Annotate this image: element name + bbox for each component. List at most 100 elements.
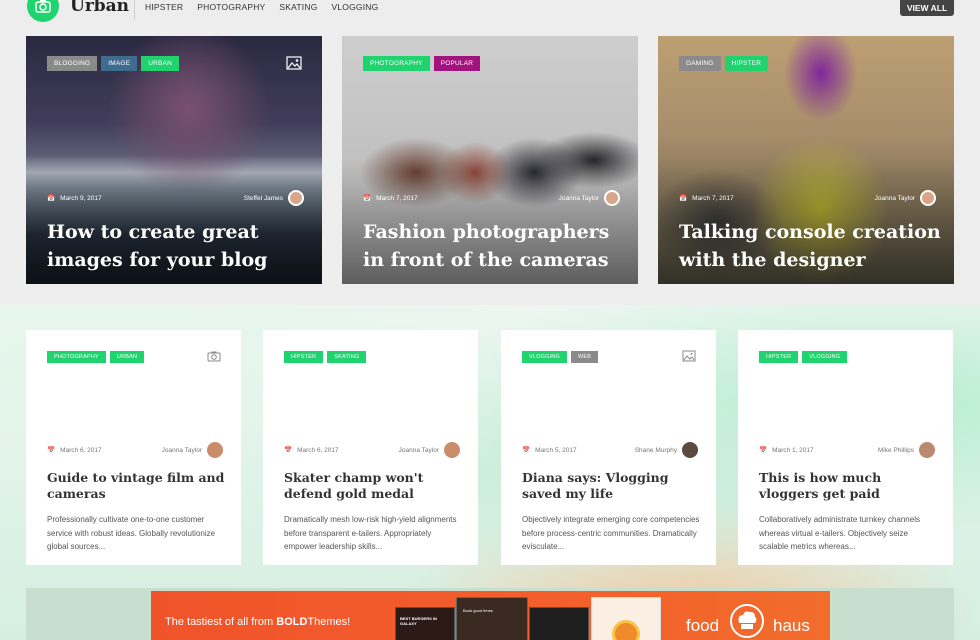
calendar-icon: 📅 bbox=[284, 447, 293, 454]
card-tags: HIPSTER VLOGGING bbox=[759, 351, 848, 363]
nav-item-vlogging[interactable]: VLOGGING bbox=[332, 2, 379, 12]
post-date: March 6, 2017 bbox=[297, 446, 339, 454]
author-name[interactable]: Joanna Taylor bbox=[162, 447, 202, 454]
tag[interactable]: URBAN bbox=[109, 351, 145, 363]
post-meta: 📅 March 5, 2017 Shane Murphy bbox=[522, 441, 698, 459]
author-name[interactable]: Steffel James bbox=[244, 195, 283, 202]
tag[interactable]: PHOTOGRAPHY bbox=[47, 351, 106, 363]
main-nav: HIPSTER PHOTOGRAPHY SKATING VLOGGING bbox=[145, 2, 378, 12]
post-excerpt: Professionally cultivate one-to-one cust… bbox=[47, 515, 216, 551]
tag[interactable]: BLOGGING bbox=[47, 56, 98, 71]
hero-post-1[interactable]: BLOGGING IMAGE URBAN 📅 March 9, 2017 Stef… bbox=[26, 36, 322, 284]
post-meta: 📅 March 6, 2017 Joanna Taylor bbox=[284, 441, 460, 459]
author-name[interactable]: Joanna Taylor bbox=[399, 447, 439, 454]
author-name[interactable]: Joanna Taylor bbox=[559, 195, 599, 202]
ad-banner[interactable]: The tastiest of all from BOLDThemes! BES… bbox=[151, 591, 830, 640]
banner-text: The tastiest of all from BOLDThemes! bbox=[165, 616, 350, 628]
avatar[interactable] bbox=[682, 442, 698, 458]
card-tags: PHOTOGRAPHY URBAN bbox=[47, 351, 145, 363]
author-name[interactable]: Joanna Taylor bbox=[875, 195, 915, 202]
hero-tags: GAMING HIPSTER bbox=[679, 56, 769, 71]
post-excerpt: Collaboratively administrate turnkey cha… bbox=[759, 515, 920, 551]
banner-text-suffix: Themes! bbox=[307, 616, 351, 628]
camera-icon bbox=[207, 351, 221, 362]
post-title[interactable]: How to create great images for your blog bbox=[47, 218, 312, 274]
tag[interactable]: POPULAR bbox=[433, 56, 481, 71]
card-tags: VLOGGING WEB bbox=[522, 351, 599, 363]
post-meta: 📅 March 7, 2017 Joanna Taylor bbox=[679, 188, 936, 208]
post-card-4[interactable]: HIPSTER VLOGGING 📅 March 1, 2017 Mike Phi… bbox=[738, 330, 953, 565]
banner-text-brand: BOLD bbox=[276, 616, 308, 628]
tag[interactable]: WEB bbox=[570, 351, 599, 363]
post-date: March 7, 2017 bbox=[376, 194, 418, 202]
post-meta: 📅 March 1, 2017 Mike Phillips bbox=[759, 441, 935, 459]
post-meta: 📅 March 6, 2017 Joanna Taylor bbox=[47, 441, 223, 459]
view-all-button[interactable]: VIEW ALL bbox=[900, 0, 954, 16]
tag[interactable]: URBAN bbox=[141, 56, 179, 71]
calendar-icon: 📅 bbox=[47, 195, 56, 202]
chef-hat-icon bbox=[730, 604, 764, 638]
tag[interactable]: HIPSTER bbox=[724, 56, 769, 71]
banner-screenshot: Book good times bbox=[456, 597, 528, 640]
nav-item-photography[interactable]: PHOTOGRAPHY bbox=[197, 2, 265, 12]
avatar[interactable] bbox=[919, 442, 935, 458]
post-title[interactable]: Diana says: Vlogging saved my life bbox=[522, 470, 702, 502]
calendar-icon: 📅 bbox=[759, 447, 768, 454]
tag[interactable]: VLOGGING bbox=[522, 351, 567, 363]
post-excerpt: Objectively integrate emerging core comp… bbox=[522, 515, 700, 551]
nav-item-skating[interactable]: SKATING bbox=[279, 2, 317, 12]
post-title[interactable]: This is how much vloggers get paid bbox=[759, 470, 939, 502]
hero-post-3[interactable]: GAMING HIPSTER 📅 March 7, 2017 Joanna Tay… bbox=[658, 36, 954, 284]
hero-post-2[interactable]: PHOTOGRAPHY POPULAR 📅 March 7, 2017 Joann… bbox=[342, 36, 638, 284]
header-divider bbox=[134, 0, 135, 20]
post-date: March 9, 2017 bbox=[60, 194, 102, 202]
post-date: March 1, 2017 bbox=[772, 446, 814, 454]
post-title[interactable]: Skater champ won't defend gold medal bbox=[284, 470, 464, 502]
card-tags: HIPSTER SKATING bbox=[284, 351, 367, 363]
avatar[interactable] bbox=[444, 442, 460, 458]
post-date: March 6, 2017 bbox=[60, 446, 102, 454]
nav-item-hipster[interactable]: HIPSTER bbox=[145, 2, 183, 12]
avatar[interactable] bbox=[207, 442, 223, 458]
calendar-icon: 📅 bbox=[363, 195, 372, 202]
post-card-1[interactable]: PHOTOGRAPHY URBAN 📅 March 6, 2017 Joanna … bbox=[26, 330, 241, 565]
banner-screenshot: BEST BURGERS IN GALAXY bbox=[395, 607, 455, 640]
post-excerpt: Dramatically mesh low-risk high-yield al… bbox=[284, 515, 457, 551]
image-icon bbox=[682, 350, 696, 362]
hero-tags: BLOGGING IMAGE URBAN bbox=[47, 56, 179, 71]
tag[interactable]: VLOGGING bbox=[802, 351, 848, 363]
brand-text-right: haus bbox=[773, 616, 810, 635]
tag[interactable]: PHOTOGRAPHY bbox=[363, 56, 430, 71]
avatar[interactable] bbox=[920, 190, 936, 206]
post-title[interactable]: Guide to vintage film and cameras bbox=[47, 470, 227, 502]
tag[interactable]: SKATING bbox=[327, 351, 367, 363]
banner-screenshot-label: Book good times bbox=[463, 608, 493, 613]
post-date: March 5, 2017 bbox=[535, 446, 577, 454]
avatar[interactable] bbox=[604, 190, 620, 206]
post-date: March 7, 2017 bbox=[692, 194, 734, 202]
post-meta: 📅 March 9, 2017 Steffel James bbox=[47, 188, 304, 208]
author-name[interactable]: Mike Phillips bbox=[878, 447, 914, 454]
tag[interactable]: HIPSTER bbox=[759, 351, 799, 363]
top-bar: Urban HIPSTER PHOTOGRAPHY SKATING VLOGGI… bbox=[0, 0, 980, 22]
post-title[interactable]: Fashion photographers in front of the ca… bbox=[363, 218, 628, 274]
post-card-3[interactable]: VLOGGING WEB 📅 March 5, 2017 Shane Murphy… bbox=[501, 330, 716, 565]
tag[interactable]: IMAGE bbox=[101, 56, 138, 71]
post-meta: 📅 March 7, 2017 Joanna Taylor bbox=[363, 188, 620, 208]
logo-text[interactable]: Urban bbox=[70, 0, 129, 16]
brand-text-left: food bbox=[686, 616, 720, 635]
logo-camera-icon[interactable] bbox=[27, 0, 59, 22]
post-title[interactable]: Talking console creation with the design… bbox=[679, 218, 944, 274]
calendar-icon: 📅 bbox=[47, 447, 56, 454]
calendar-icon: 📅 bbox=[522, 447, 531, 454]
hero-tags: PHOTOGRAPHY POPULAR bbox=[363, 56, 481, 71]
tag[interactable]: GAMING bbox=[679, 56, 721, 71]
calendar-icon: 📅 bbox=[679, 195, 688, 202]
tag[interactable]: HIPSTER bbox=[284, 351, 324, 363]
banner-screenshot bbox=[591, 597, 661, 640]
banner-screenshot bbox=[529, 607, 589, 640]
image-icon bbox=[286, 56, 302, 70]
avatar[interactable] bbox=[288, 190, 304, 206]
post-card-2[interactable]: HIPSTER SKATING 📅 March 6, 2017 Joanna Ta… bbox=[263, 330, 478, 565]
author-name[interactable]: Shane Murphy bbox=[635, 447, 677, 454]
